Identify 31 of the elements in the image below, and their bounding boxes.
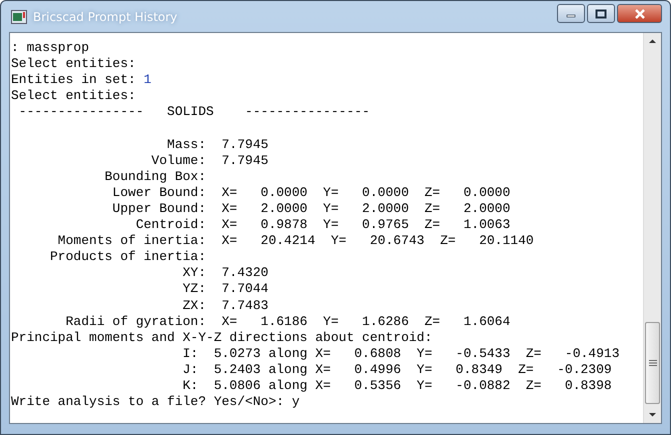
console-line: ---------------- SOLIDS ----------------: [18, 104, 370, 120]
console-line: Entities in set: 1: [11, 72, 152, 88]
scroll-thumb[interactable]: [645, 322, 660, 404]
console-line: Moments of inertia: X= 20.4214 Y= 20.6743 Z= 20.1140: [56, 233, 534, 250]
console-line: Volume: 7.7945: [150, 152, 268, 169]
console-line: Radii of gyration: X= 1.6186 Y= 1.6286 Z= 1.6064: [64, 314, 510, 330]
maximize-icon: [595, 8, 607, 18]
close-icon: [634, 8, 646, 18]
window-title: Bricscad Prompt History: [33, 10, 178, 24]
console-line: I: 5.0273 along X= 0.6808 Y= -0.5433 Z= -0.4913: [182, 346, 620, 362]
console-line: Products of inertia:: [49, 249, 206, 266]
console-line: J: 5.2403 along X= 0.4996 Y= 0.8349 Z= -0.2309: [182, 362, 612, 378]
minimize-button[interactable]: [557, 4, 585, 23]
console-line: K: 5.0806 along X= 0.5356 Y= -0.0882 Z= 0.8398: [182, 378, 612, 394]
app-icon: [11, 10, 27, 24]
console-line: YZ: 7.7044: [182, 281, 268, 298]
console-line: Centroid: X= 0.9878 Y= 0.9765 Z= 1.0063: [134, 217, 510, 234]
console-line: Select entities:: [11, 88, 136, 104]
console-line: XY: 7.4320: [182, 265, 268, 282]
console-line: Principal moments and X-Y-Z directions about centroid:: [11, 330, 432, 346]
console-line: : massprop: [11, 40, 90, 56]
console-line: Lower Bound: X= 0.0000 Y= 0.0000 Z= 0.0000: [111, 184, 510, 201]
console-line: Write analysis to a file? Yes/<No>: y: [11, 394, 300, 410]
vertical-scrollbar[interactable]: [643, 33, 661, 423]
console-line: Upper Bound: X= 2.0000 Y= 2.0000 Z= 2.0000: [111, 200, 510, 218]
console-line: Mass: 7.7945: [166, 136, 268, 153]
console-line: Bounding Box:: [104, 168, 206, 185]
maximize-button[interactable]: [587, 4, 615, 23]
console-line: Select entities:: [11, 56, 136, 72]
close-button[interactable]: [617, 4, 662, 23]
console-line: ZX: 7.7483: [182, 298, 268, 314]
